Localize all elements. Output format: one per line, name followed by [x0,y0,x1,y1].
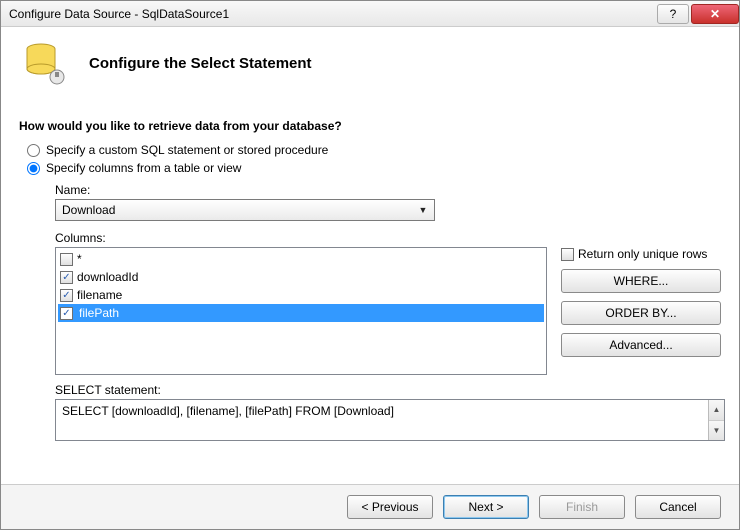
column-item-filename[interactable]: ✓ filename [58,286,544,304]
statement-scroll[interactable]: ▲ ▼ [708,400,724,440]
columns-area: * ✓ downloadId ✓ filename ✓ filePath [55,247,721,375]
database-icon [19,39,67,87]
advanced-button-label: Advanced... [609,338,672,352]
select-statement-label: SELECT statement: [55,383,721,397]
scroll-up-icon[interactable]: ▲ [709,400,724,421]
dialog-header: Configure the Select Statement [1,27,739,97]
radio-specify-columns[interactable]: Specify columns from a table or view [19,161,721,175]
unique-rows-label: Return only unique rows [578,247,707,261]
table-name-dropdown[interactable]: Download ▼ [55,199,435,221]
column-label: filePath [77,306,169,320]
table-name-value: Download [62,203,115,217]
radio-custom-sql[interactable]: Specify a custom SQL statement or stored… [19,143,721,157]
right-options: Return only unique rows WHERE... ORDER B… [561,247,721,375]
dialog-window: Configure Data Source - SqlDataSource1 ?… [0,0,740,530]
advanced-button[interactable]: Advanced... [561,333,721,357]
name-label: Name: [55,183,721,197]
checkbox-filename[interactable]: ✓ [60,289,73,302]
checkbox-filepath[interactable]: ✓ [60,307,73,320]
titlebar: Configure Data Source - SqlDataSource1 ?… [1,1,739,27]
unique-rows-checkbox[interactable]: Return only unique rows [561,247,721,261]
where-button[interactable]: WHERE... [561,269,721,293]
checkbox-downloadid[interactable]: ✓ [60,271,73,284]
columns-list[interactable]: * ✓ downloadId ✓ filename ✓ filePath [55,247,547,375]
column-item-star[interactable]: * [58,250,544,268]
column-label: filename [77,288,122,302]
chevron-down-icon: ▼ [416,205,430,215]
window-title: Configure Data Source - SqlDataSource1 [9,7,655,21]
close-button[interactable]: ✕ [691,4,739,24]
select-statement-text: SELECT [downloadId], [filename], [filePa… [62,404,394,418]
radio-specify-columns-label: Specify columns from a table or view [46,161,241,175]
dialog-footer: < Previous Next > Finish Cancel [1,484,739,529]
page-title: Configure the Select Statement [89,55,312,72]
orderby-button[interactable]: ORDER BY... [561,301,721,325]
scroll-down-icon[interactable]: ▼ [709,421,724,441]
finish-button-label: Finish [566,500,598,514]
question-text: How would you like to retrieve data from… [19,119,721,133]
dialog-body: How would you like to retrieve data from… [1,97,739,484]
columns-label: Columns: [55,231,721,245]
column-label: * [77,252,82,266]
column-label: downloadId [77,270,138,284]
checkbox-star[interactable] [60,253,73,266]
cancel-button-label: Cancel [659,500,696,514]
radio-custom-sql-input[interactable] [27,144,40,157]
column-item-filepath[interactable]: ✓ filePath [58,304,544,322]
cancel-button[interactable]: Cancel [635,495,721,519]
next-button-label: Next > [468,500,503,514]
finish-button: Finish [539,495,625,519]
select-statement-box[interactable]: SELECT [downloadId], [filename], [filePa… [55,399,725,441]
previous-button[interactable]: < Previous [347,495,433,519]
radio-custom-sql-label: Specify a custom SQL statement or stored… [46,143,328,157]
checkbox-unique[interactable] [561,248,574,261]
previous-button-label: < Previous [361,500,418,514]
radio-specify-columns-input[interactable] [27,162,40,175]
column-item-downloadid[interactable]: ✓ downloadId [58,268,544,286]
help-icon: ? [670,7,677,21]
help-button[interactable]: ? [657,4,689,24]
where-button-label: WHERE... [614,274,669,288]
next-button[interactable]: Next > [443,495,529,519]
columns-config: Name: Download ▼ Columns: * ✓ downloadId [55,183,721,441]
close-icon: ✕ [710,7,720,21]
orderby-button-label: ORDER BY... [605,306,676,320]
